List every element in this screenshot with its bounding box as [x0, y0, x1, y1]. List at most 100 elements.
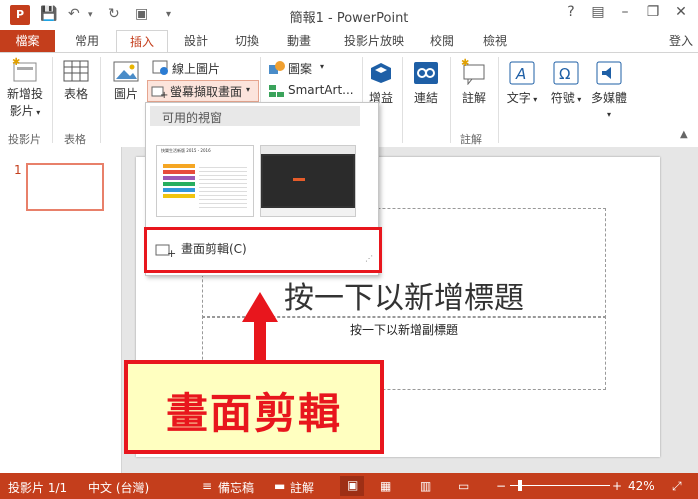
- annotation-text: 畫面剪輯: [165, 389, 342, 438]
- smartart-icon: [269, 85, 284, 97]
- tab-animations[interactable]: 動畫: [279, 30, 319, 52]
- new-slide-label-1: 新增投: [6, 87, 43, 101]
- smartart-label: SmartArt...: [288, 83, 354, 97]
- media-button[interactable]: 多媒體 ▾: [588, 61, 630, 120]
- slide-sorter-icon[interactable]: ▦: [380, 479, 391, 493]
- window-thumbnail-2[interactable]: [260, 145, 356, 217]
- slide-count: 投影片 1/1: [8, 481, 68, 495]
- language-indicator[interactable]: 中文 (台灣): [88, 479, 149, 496]
- store-icon: [371, 63, 391, 83]
- close-button[interactable]: ✕: [668, 4, 694, 20]
- ribbon-tabs: 檔案 常用 插入 設計 切換 動畫 投影片放映 校閱 檢視 登入: [0, 30, 698, 54]
- notes-icon[interactable]: ≡: [202, 479, 212, 493]
- link-icon: [414, 62, 438, 84]
- symbols-button[interactable]: Ω 符號 ▾: [546, 61, 586, 106]
- notes-button[interactable]: 備忘稿: [218, 479, 254, 496]
- svg-text:✱: ✱: [12, 57, 20, 68]
- slide-number: 1: [14, 163, 22, 177]
- tab-design[interactable]: 設計: [176, 30, 216, 52]
- thumb2-footer: [261, 208, 355, 216]
- svg-text:+: +: [160, 90, 168, 99]
- screen-clipping-icon: +: [155, 244, 176, 258]
- annotation-callout: 畫面剪輯: [124, 360, 384, 454]
- thumb-bar-red: [163, 170, 195, 174]
- text-icon: A: [509, 61, 535, 85]
- signin-link[interactable]: 登入: [664, 30, 698, 52]
- minimize-button[interactable]: –: [612, 4, 638, 20]
- online-picture-label: 線上圖片: [172, 62, 221, 76]
- zoom-level[interactable]: 42%: [628, 479, 655, 493]
- zoom-in-icon[interactable]: +: [612, 479, 622, 493]
- tab-insert[interactable]: 插入: [116, 30, 168, 54]
- tab-home[interactable]: 常用: [65, 30, 109, 52]
- zoom-slider-thumb[interactable]: [518, 480, 522, 491]
- screenshot-label: 螢幕擷取畫面: [170, 85, 243, 99]
- online-picture-button[interactable]: 線上圖片: [150, 58, 250, 78]
- svg-text:A: A: [515, 65, 526, 83]
- available-windows-header: 可用的視窗: [150, 106, 360, 126]
- online-picture-icon: [152, 60, 168, 75]
- restore-button[interactable]: ❐: [640, 4, 666, 20]
- media-label: 多媒體: [590, 91, 627, 105]
- smartart-button[interactable]: SmartArt...: [266, 81, 360, 101]
- links-button[interactable]: 連結: [406, 61, 446, 106]
- screenshot-dropdown-icon: ▾: [246, 85, 251, 94]
- text-button[interactable]: A 文字 ▾: [502, 61, 542, 106]
- slide-thumbnail[interactable]: [26, 163, 104, 211]
- thumb-bar-yellow: [163, 194, 195, 198]
- new-slide-dropdown-icon: ▾: [33, 108, 41, 117]
- addins-button[interactable]: 增益: [364, 61, 398, 106]
- picture-label: 圖片: [113, 87, 138, 101]
- normal-view-icon: ▣: [347, 478, 359, 492]
- red-arrow-icon: [242, 292, 278, 362]
- shapes-icon: [269, 61, 285, 74]
- resize-grip-icon: ⋰: [365, 254, 373, 263]
- new-slide-label-2: 影片: [9, 104, 34, 118]
- omega-icon: Ω: [553, 61, 579, 85]
- fit-slide-icon[interactable]: ⤢: [672, 479, 682, 494]
- tab-view[interactable]: 檢視: [475, 30, 515, 52]
- text-label: 文字: [506, 91, 531, 105]
- screenshot-dropdown: 可用的視窗 快樂生活新版 2015 - 2016 + 畫面剪輯(C) ⋰: [144, 102, 382, 276]
- ribbon-display-icon[interactable]: ▤: [585, 4, 611, 20]
- tab-file[interactable]: 檔案: [0, 30, 55, 52]
- table-icon: [63, 60, 89, 82]
- help-button[interactable]: ?: [558, 4, 584, 20]
- group-slides-label: 投影片: [8, 133, 41, 146]
- collapse-ribbon-icon[interactable]: ▲: [680, 129, 688, 140]
- links-label: 連結: [413, 91, 438, 105]
- tab-slideshow[interactable]: 投影片放映: [338, 30, 410, 52]
- text-dropdown-icon: ▾: [530, 95, 538, 104]
- group-separator: [100, 57, 101, 143]
- reading-view-icon[interactable]: ▥: [420, 479, 431, 493]
- normal-view-button[interactable]: ▣: [340, 476, 364, 496]
- picture-icon: [113, 61, 139, 82]
- media-dropdown-icon: ▾: [606, 110, 611, 119]
- zoom-out-icon[interactable]: −: [496, 479, 506, 493]
- tab-review[interactable]: 校閱: [422, 30, 462, 52]
- symbols-dropdown-icon: ▾: [574, 95, 582, 104]
- comments-icon[interactable]: ▬: [274, 479, 285, 493]
- comment-button[interactable]: ✱ 註解: [454, 57, 494, 106]
- thumb-bar-green: [163, 182, 195, 186]
- screenshot-button[interactable]: + 螢幕擷取畫面 ▾: [147, 80, 259, 102]
- new-slide-button[interactable]: ✱ 新增投 影片 ▾: [2, 57, 48, 119]
- shapes-button[interactable]: 圖案 ▾: [266, 58, 336, 78]
- comment-label: 註解: [461, 91, 486, 105]
- new-slide-icon: ✱: [12, 57, 37, 82]
- window-thumbnail-1[interactable]: 快樂生活新版 2015 - 2016: [156, 145, 254, 217]
- shapes-dropdown-icon: ▾: [320, 62, 325, 71]
- screen-clipping-item[interactable]: + 畫面剪輯(C) ⋰: [144, 227, 382, 273]
- group-tables-label: 表格: [64, 133, 86, 146]
- window-thumbnail-1-caption: 快樂生活新版 2015 - 2016: [161, 148, 211, 153]
- tab-transitions[interactable]: 切換: [227, 30, 267, 52]
- slideshow-icon[interactable]: ▭: [458, 479, 469, 493]
- thumb2-browser-bar: [261, 146, 355, 154]
- symbols-label-wrap: 符號 ▾: [546, 89, 586, 106]
- slide-thumbnails-panel: 1: [0, 147, 122, 473]
- table-button[interactable]: 表格: [56, 57, 96, 102]
- zoom-slider[interactable]: [510, 480, 610, 491]
- picture-button[interactable]: 圖片: [106, 57, 146, 102]
- comments-button[interactable]: 註解: [290, 479, 314, 496]
- table-label: 表格: [63, 87, 88, 101]
